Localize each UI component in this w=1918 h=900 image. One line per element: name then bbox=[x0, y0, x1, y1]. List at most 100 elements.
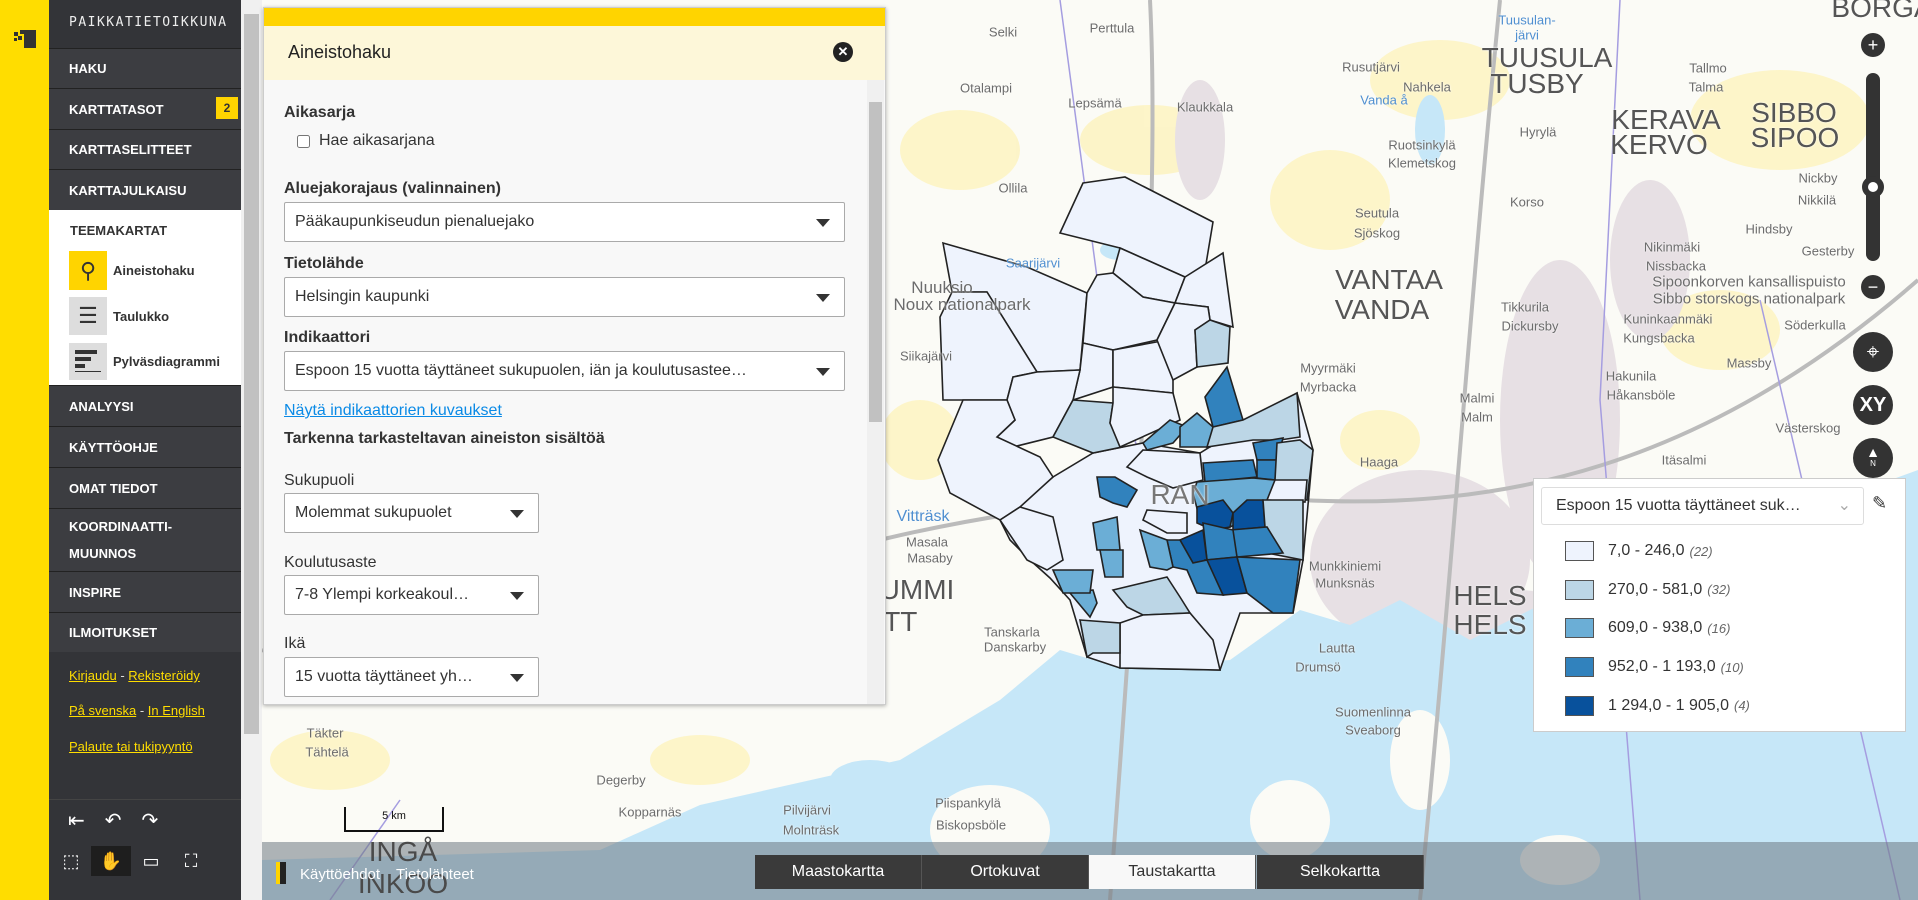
select-value: Helsingin kaupunki bbox=[295, 288, 430, 305]
sources-link[interactable]: Tietolähteet bbox=[396, 866, 474, 883]
bar-chart-icon bbox=[69, 343, 107, 380]
theme-item-pylvasdiagrammi[interactable]: Pylväsdiagrammi bbox=[69, 343, 220, 380]
map-label: Tähtelä bbox=[305, 744, 349, 760]
menu-item-kayttoohje[interactable]: KÄYTTÖOHJE bbox=[49, 426, 241, 467]
sidebar-scrollbar[interactable] bbox=[241, 0, 262, 900]
redo-icon[interactable]: ↷ bbox=[142, 808, 159, 833]
map-label: Håkansböle bbox=[1606, 387, 1676, 403]
menu-item-analyysi[interactable]: ANALYYSI bbox=[49, 385, 241, 426]
region-polygon[interactable] bbox=[1079, 619, 1121, 659]
zoom-slider-handle[interactable] bbox=[1862, 176, 1884, 198]
reset-view-icon[interactable]: ⇤ bbox=[68, 808, 85, 833]
legend-indicator-select[interactable]: Espoon 15 vuotta täyttäneet suk… ⌄ bbox=[1541, 487, 1864, 525]
basemap-ortokuvat[interactable]: Ortokuvat bbox=[922, 855, 1089, 889]
zoom-in-button[interactable]: + bbox=[1861, 33, 1885, 57]
scrollbar-thumb[interactable] bbox=[244, 14, 259, 734]
edit-pencil-icon[interactable]: ✎ bbox=[1872, 493, 1887, 514]
map-label: Itäsalmi bbox=[1661, 452, 1707, 468]
indicator-descriptions-link[interactable]: Näytä indikaattorien kuvaukset bbox=[284, 402, 502, 420]
region-polygon[interactable] bbox=[1092, 515, 1121, 551]
select-value: Espoon 15 vuotta täyttäneet sukupuolen, … bbox=[295, 362, 747, 379]
separator: - bbox=[120, 668, 125, 683]
menu-item-karttatasot[interactable]: KARTTATASOT 2 bbox=[49, 88, 241, 129]
menu-item-inspire[interactable]: INSPIRE bbox=[49, 571, 241, 612]
map-label: Ruotsinkylä bbox=[1388, 137, 1456, 153]
measure-line-icon[interactable]: ▭ bbox=[131, 851, 171, 872]
education-select[interactable]: 7-8 Ylempi korkeakoul… bbox=[284, 575, 539, 615]
map-label: Gesterby bbox=[1801, 243, 1855, 259]
map-label: Nickby bbox=[1798, 170, 1838, 186]
source-select[interactable]: Helsingin kaupunki bbox=[284, 277, 845, 317]
menu-item-koordinaattimuunnos[interactable]: KOORDINAATTI- MUUNNOS bbox=[49, 508, 241, 571]
menu-item-karttaselitteet[interactable]: KARTTASELITTEET bbox=[49, 129, 241, 169]
app-logo-text: PAIKKATIETOIKKUNA bbox=[69, 15, 228, 30]
close-icon[interactable]: ✕ bbox=[833, 42, 853, 62]
map-label: KERVO bbox=[1610, 129, 1708, 160]
region-polygon[interactable] bbox=[1256, 459, 1278, 481]
education-label: Koulutusaste bbox=[284, 554, 377, 571]
map-label: Kungsbacka bbox=[1623, 330, 1695, 346]
footer-logo-icon bbox=[276, 862, 286, 884]
theme-item-aineistohaku[interactable]: ⚲ Aineistohaku bbox=[69, 251, 195, 290]
caret-down-icon bbox=[816, 368, 830, 376]
zoom-slider[interactable] bbox=[1862, 73, 1884, 261]
map-label: Hindsby bbox=[1745, 221, 1793, 237]
timeseries-checkbox[interactable] bbox=[297, 134, 310, 148]
menu-item-ilmoitukset[interactable]: ILMOITUKSET bbox=[49, 612, 241, 652]
north-arrow-icon[interactable]: ▲ N bbox=[1853, 438, 1893, 478]
map-tools: ⬚ ✋ ▭ ⛶ bbox=[49, 846, 211, 876]
history-tools: ⇤ ↶ ↷ bbox=[68, 808, 158, 833]
gender-select[interactable]: Molemmat sukupuolet bbox=[284, 493, 539, 533]
register-link[interactable]: Rekisteröidy bbox=[128, 668, 200, 683]
basemap-taustakartta[interactable]: Taustakartta bbox=[1089, 855, 1256, 889]
map-label: Biskopsböle bbox=[935, 817, 1007, 833]
menu-item-omat-tiedot[interactable]: OMAT TIEDOT bbox=[49, 467, 241, 508]
table-icon: ☰ bbox=[69, 297, 107, 335]
region-select[interactable]: Pääkaupunkiseudun pienaluejako bbox=[284, 202, 845, 242]
locate-icon[interactable]: ⌖ bbox=[1853, 332, 1893, 372]
region-polygon[interactable] bbox=[1194, 319, 1231, 368]
caret-down-icon bbox=[510, 592, 524, 600]
basemap-maastokartta[interactable]: Maastokartta bbox=[755, 855, 922, 889]
legend-class: 270,0 - 581,0 (32) bbox=[1565, 579, 1730, 600]
theme-item-label: Pylväsdiagrammi bbox=[113, 354, 220, 369]
basemap-selkokartta[interactable]: Selkokartta bbox=[1257, 855, 1424, 889]
zoom-box-icon[interactable]: ⬚ bbox=[51, 851, 91, 872]
menu-item-haku[interactable]: HAKU bbox=[49, 48, 241, 88]
scrollbar-thumb[interactable] bbox=[869, 102, 882, 422]
region-polygon[interactable] bbox=[1099, 549, 1124, 578]
indicator-select[interactable]: Espoon 15 vuotta täyttäneet sukupuolen, … bbox=[284, 351, 845, 391]
menu-label: KÄYTTÖOHJE bbox=[69, 439, 158, 455]
map-label: Myyrmäki bbox=[1300, 360, 1356, 376]
terms-link[interactable]: Käyttöehdot bbox=[300, 866, 380, 883]
source-label: Tietolähde bbox=[284, 255, 364, 272]
feedback-row: Palaute tai tukipyyntö bbox=[69, 739, 193, 754]
english-link[interactable]: In English bbox=[148, 703, 205, 718]
zoom-out-button[interactable]: − bbox=[1861, 275, 1885, 299]
pan-hand-icon[interactable]: ✋ bbox=[91, 846, 131, 876]
theme-maps-title[interactable]: TEEMAKARTAT bbox=[70, 223, 167, 238]
panel-scrollbar[interactable] bbox=[867, 80, 884, 704]
select-value: 7-8 Ylempi korkeakoul… bbox=[295, 586, 470, 603]
map-label: Nahkela bbox=[1403, 79, 1451, 95]
feedback-link[interactable]: Palaute tai tukipyyntö bbox=[69, 739, 193, 754]
undo-icon[interactable]: ↶ bbox=[105, 808, 122, 833]
coordinate-tool-button[interactable]: XY bbox=[1853, 385, 1893, 425]
map-label: Klemetskog bbox=[1388, 155, 1456, 171]
caret-down-icon bbox=[816, 219, 830, 227]
map-label: Perttula bbox=[1089, 20, 1135, 36]
caret-down-icon bbox=[510, 510, 524, 518]
login-link[interactable]: Kirjaudu bbox=[69, 668, 117, 683]
measure-area-icon[interactable]: ⛶ bbox=[171, 851, 211, 872]
theme-item-taulukko[interactable]: ☰ Taulukko bbox=[69, 297, 169, 335]
age-select[interactable]: 15 vuotta täyttäneet yh… bbox=[284, 657, 539, 697]
map-label: Masaby bbox=[907, 550, 953, 566]
map-label: Dickursby bbox=[1501, 318, 1559, 334]
timeseries-row: Hae aikasarjana bbox=[297, 132, 435, 150]
menu-item-karttajulkaisu[interactable]: KARTTAJULKAISU bbox=[49, 169, 241, 210]
map-label: Kopparnäs bbox=[618, 804, 682, 820]
map-label: Vanda å bbox=[1360, 92, 1408, 108]
swedish-link[interactable]: På svenska bbox=[69, 703, 136, 718]
map-label: Tuusulan- bbox=[1498, 12, 1556, 28]
legend-count: (22) bbox=[1689, 543, 1713, 559]
